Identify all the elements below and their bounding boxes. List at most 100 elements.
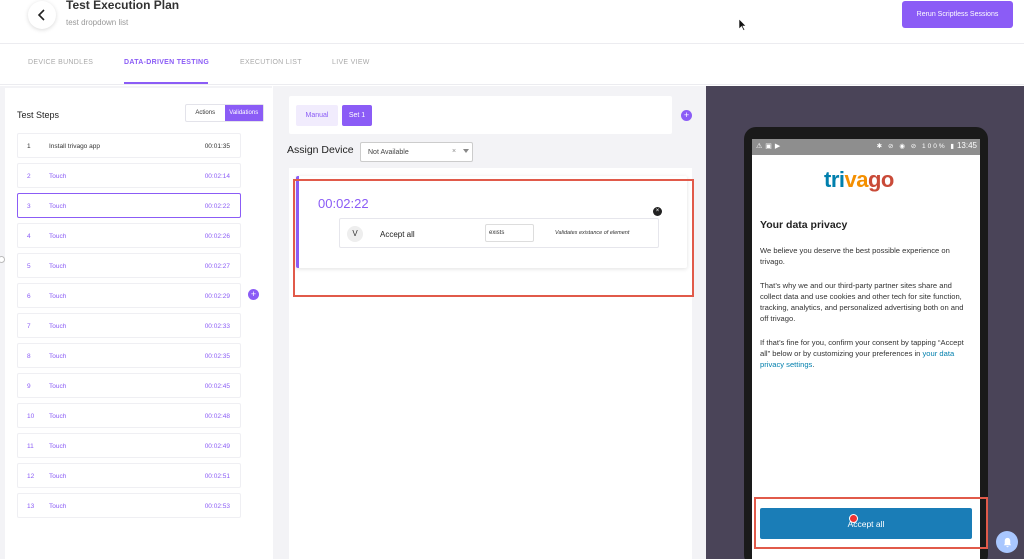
mouse-cursor-icon (739, 19, 747, 31)
step-time: 00:01:35 (204, 143, 230, 150)
tab-live-view[interactable]: LIVE VIEW (332, 59, 370, 66)
validation-card: 00:02:22 V Accept all Validates existanc… (296, 176, 687, 268)
step-row[interactable]: 9 Touch 00:02:45 (17, 373, 241, 398)
step-row[interactable]: 10 Touch 00:02:48 (17, 403, 241, 428)
test-steps-panel: Test Steps Actions Validations 1 Install… (0, 86, 272, 559)
step-name: Touch (49, 473, 67, 480)
assign-device-select[interactable]: Not Available × (360, 142, 473, 162)
step-number: 9 (27, 383, 31, 390)
step-number: 4 (27, 233, 31, 240)
validation-element-name: Accept all (380, 230, 415, 239)
step-row[interactable]: 5 Touch 00:02:27 (17, 253, 241, 278)
step-name: Touch (49, 413, 67, 420)
step-time: 00:02:49 (204, 443, 230, 450)
step-name: Touch (49, 263, 67, 270)
privacy-paragraph-3: If that’s fine for you, confirm your con… (760, 338, 964, 369)
add-set-button[interactable]: + (681, 110, 692, 121)
step-number: 7 (27, 323, 31, 330)
set-1-button[interactable]: Set 1 (342, 105, 372, 126)
clear-selection-icon[interactable]: × (452, 148, 456, 155)
chevron-left-icon (37, 9, 45, 21)
page-subtitle: test dropdown list (66, 18, 129, 27)
step-name: Touch (49, 503, 67, 510)
bell-icon (1003, 537, 1011, 547)
step-time: 00:02:51 (204, 473, 230, 480)
step-name: Touch (49, 323, 67, 330)
step-row[interactable]: 12 Touch 00:02:51 (17, 463, 241, 488)
step-row[interactable]: 4 Touch 00:02:26 (17, 223, 241, 248)
device-preview-panel: ⚠▣▶ ✱ ⊘ ◉ ⊘ 100% ▮ 13:45 trivago Your da… (706, 86, 1024, 559)
privacy-paragraph-2: That’s why we and our third-party partne… (760, 281, 964, 323)
close-icon[interactable]: × (653, 207, 662, 216)
rerun-scriptless-sessions-button[interactable]: Rerun Scriptless Sessions (902, 1, 1013, 28)
step-row[interactable]: 2 Touch 00:02:14 (17, 163, 241, 188)
add-validation-button[interactable]: + (248, 289, 259, 300)
active-tab-indicator (124, 82, 208, 84)
android-status-bar: ⚠▣▶ ✱ ⊘ ◉ ⊘ 100% ▮ 13:45 (752, 139, 980, 155)
step-time: 00:02:48 (204, 413, 230, 420)
step-row[interactable]: 6 Touch 00:02:29 (17, 283, 241, 308)
tab-bar: DEVICE BUNDLES DATA-DRIVEN TESTING EXECU… (0, 45, 1024, 85)
step-time: 00:02:29 (204, 293, 230, 300)
step-name: Touch (49, 203, 67, 210)
privacy-title: Your data privacy (760, 219, 848, 231)
data-set-bar: Manual Set 1 (289, 96, 672, 134)
step-number: 1 (27, 143, 31, 150)
validation-row: V Accept all Validates existance of elem… (339, 218, 659, 248)
tap-indicator (849, 514, 858, 523)
steps-view-toggle: Actions Validations (185, 104, 264, 122)
step-number: 5 (27, 263, 31, 270)
page-title: Test Execution Plan (66, 0, 180, 12)
test-steps-title: Test Steps (17, 110, 60, 120)
notifications-button[interactable] (996, 531, 1018, 553)
tab-device-bundles[interactable]: DEVICE BUNDLES (28, 59, 93, 66)
step-time: 00:02:33 (204, 323, 230, 330)
step-row[interactable]: 7 Touch 00:02:33 (17, 313, 241, 338)
back-button[interactable] (28, 1, 56, 29)
notification-icons: ⚠▣▶ (756, 143, 784, 150)
validation-description: Validates existance of element (555, 230, 630, 236)
step-time: 00:02:45 (204, 383, 230, 390)
step-name: Touch (49, 293, 67, 300)
step-name: Touch (49, 353, 67, 360)
step-row[interactable]: 11 Touch 00:02:49 (17, 433, 241, 458)
step-name: Install trivago app (49, 143, 100, 150)
tab-execution-list[interactable]: EXECUTION LIST (240, 59, 302, 66)
step-name: Touch (49, 383, 67, 390)
step-number: 12 (27, 473, 35, 480)
validation-panel: Manual Set 1 + Assign Device Not Availab… (273, 86, 706, 559)
validation-timestamp: 00:02:22 (318, 196, 369, 211)
validations-toggle-option[interactable]: Validations (224, 105, 263, 121)
step-number: 2 (27, 173, 31, 180)
chevron-down-icon[interactable] (463, 149, 469, 153)
step-number: 10 (27, 413, 35, 420)
test-steps-card: Test Steps Actions Validations 1 Install… (5, 88, 272, 559)
step-row-selected[interactable]: 3 Touch 00:02:22 (17, 193, 241, 218)
system-status-icons: ✱ ⊘ ◉ ⊘ 100% ▮ (876, 143, 956, 150)
top-header: Test Execution Plan test dropdown list R… (0, 0, 1024, 44)
privacy-paragraph-1: We believe you deserve the best possible… (760, 246, 950, 266)
accept-all-button[interactable]: Accept all (760, 508, 972, 539)
step-time: 00:02:26 (204, 233, 230, 240)
step-number: 6 (27, 293, 31, 300)
status-clock: 13:45 (956, 141, 977, 150)
step-row[interactable]: 8 Touch 00:02:35 (17, 343, 241, 368)
device-select-value: Not Available (368, 149, 409, 156)
step-number: 3 (27, 203, 31, 210)
step-time: 00:02:27 (204, 263, 230, 270)
step-row[interactable]: 13 Touch 00:02:53 (17, 493, 241, 518)
validation-condition-input[interactable] (485, 224, 534, 242)
phone-frame: ⚠▣▶ ✱ ⊘ ◉ ⊘ 100% ▮ 13:45 trivago Your da… (744, 127, 988, 559)
step-name: Touch (49, 443, 67, 450)
actions-toggle-option[interactable]: Actions (186, 105, 225, 121)
tab-data-driven-testing[interactable]: DATA-DRIVEN TESTING (124, 59, 209, 66)
step-number: 8 (27, 353, 31, 360)
step-number: 11 (27, 443, 34, 450)
step-row[interactable]: 1 Install trivago app 00:01:35 (17, 133, 241, 158)
manual-set-button[interactable]: Manual (296, 105, 338, 126)
step-name: Touch (49, 233, 67, 240)
step-time: 00:02:35 (204, 353, 230, 360)
step-number: 13 (27, 503, 35, 510)
step-time: 00:02:22 (204, 203, 230, 210)
validation-type-avatar: V (347, 226, 363, 242)
